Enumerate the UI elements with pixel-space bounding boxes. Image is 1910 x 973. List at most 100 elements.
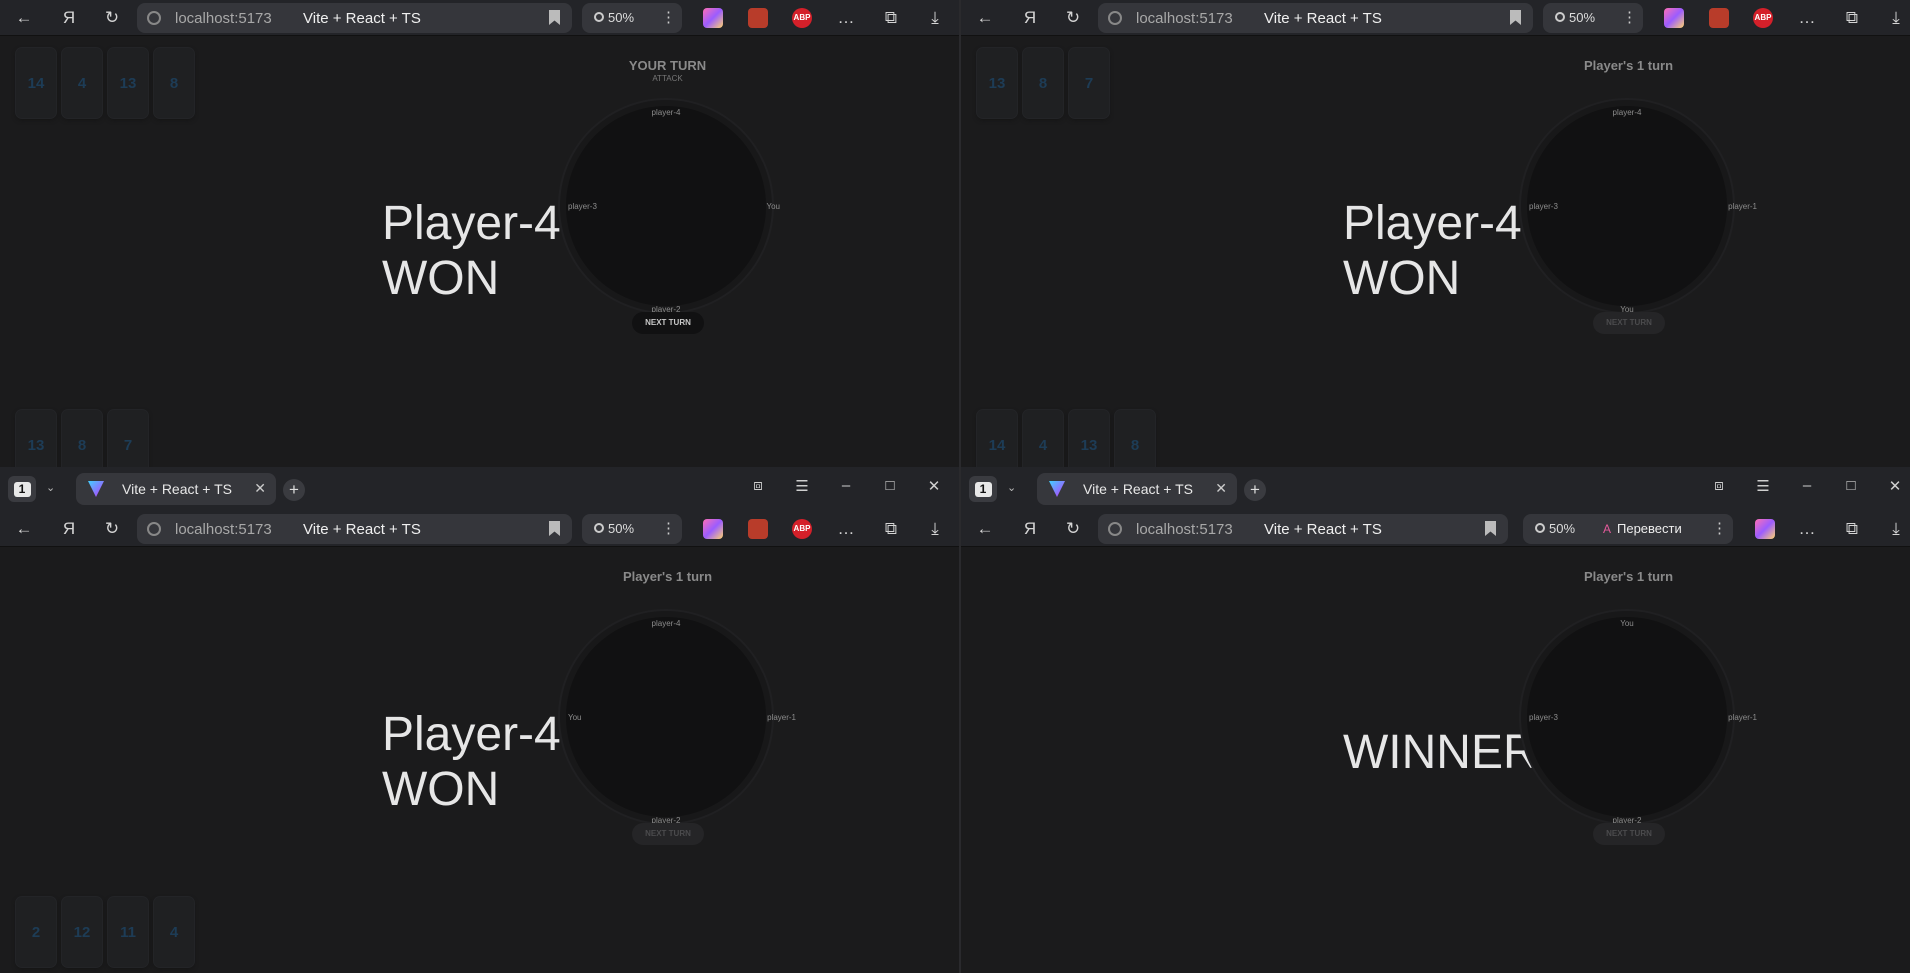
more-extensions-icon[interactable]: … [833,517,859,541]
collections-icon[interactable]: ⧉ [1839,517,1865,541]
menu-icon[interactable]: ☰ [790,477,814,495]
site-info-icon[interactable] [147,11,161,25]
yandex-icon[interactable]: Я [1017,517,1043,541]
more-vertical-icon[interactable]: ⋮ [1712,514,1727,544]
translate-button[interactable]: Перевести [1617,514,1682,544]
reload-icon[interactable]: ↻ [1060,6,1086,30]
address-bar[interactable]: localhost:5173 Vite + React + TS [1098,514,1508,544]
zoom-indicator[interactable]: 50% A Перевести ⋮ [1523,514,1733,544]
card: 13 [977,48,1017,118]
game-table: player-4 player-3 player-1 You [1527,106,1757,314]
adblock-plus-icon[interactable]: ABP [792,8,812,28]
zoom-icon [594,523,604,533]
screen: ← Я ↻ localhost:5173 Vite + React + TS 5… [0,0,1910,973]
more-vertical-icon[interactable]: ⋮ [661,514,676,544]
sidebar-toggle-icon[interactable]: ⧈ [746,477,770,494]
card[interactable]: 4 [154,897,194,967]
back-icon[interactable]: ← [972,6,998,30]
next-turn-button[interactable]: NEXT TURN [632,823,704,845]
extension-gradient-icon[interactable] [1664,8,1684,28]
minimize-icon[interactable]: – [834,477,858,494]
extension-owl-icon[interactable] [1709,8,1729,28]
close-window-icon[interactable]: ✕ [1883,477,1907,495]
reload-icon[interactable]: ↻ [1060,517,1086,541]
zoom-indicator[interactable]: 50% ⋮ [582,3,682,33]
more-vertical-icon[interactable]: ⋮ [1622,3,1637,33]
collections-icon[interactable]: ⧉ [1839,6,1865,30]
maximize-icon[interactable]: □ [878,477,902,494]
yandex-icon[interactable]: Я [56,6,82,30]
sidebar-toggle-icon[interactable]: ⧈ [1707,477,1731,494]
url-page-title: Vite + React + TS [1264,10,1382,27]
reload-icon[interactable]: ↻ [99,517,125,541]
result-line-1: Player-4 [382,708,561,761]
zoom-level: 50% [608,10,635,25]
tab-strip: 1 ⌄ Vite + React + TS ✕ + ⧈ ☰ – □ ✕ [0,467,959,511]
bookmark-icon[interactable] [549,10,560,25]
yandex-icon[interactable]: Я [56,517,82,541]
result-banner: Player-4 WON [382,196,561,306]
download-icon[interactable]: ⤓ [1883,6,1909,30]
new-tab-button[interactable]: + [1244,479,1266,501]
collections-icon[interactable]: ⧉ [878,6,904,30]
minimize-icon[interactable]: – [1795,477,1819,494]
chevron-down-icon[interactable]: ⌄ [46,481,55,494]
close-tab-icon[interactable]: ✕ [254,480,266,497]
next-turn-button[interactable]: NEXT TURN [1593,823,1665,845]
next-turn-button[interactable]: NEXT TURN [1593,312,1665,334]
extension-gradient-icon[interactable] [703,8,723,28]
browser-toolbar: ← Я ↻ localhost:5173 Vite + React + TS 5… [961,511,1910,547]
close-window-icon[interactable]: ✕ [922,477,946,495]
maximize-icon[interactable]: □ [1839,477,1863,494]
card: 4 [62,48,102,118]
card[interactable]: 12 [62,897,102,967]
more-extensions-icon[interactable]: … [1794,6,1820,30]
tab-strip: 1 ⌄ Vite + React + TS ✕ + ⧈ ☰ – □ ✕ [961,467,1910,511]
download-icon[interactable]: ⤓ [922,6,948,30]
result-banner: Player-4 WON [382,707,561,817]
menu-icon[interactable]: ☰ [1751,477,1775,495]
extension-gradient-icon[interactable] [703,519,723,539]
bookmark-icon[interactable] [1485,521,1496,536]
tab-counter[interactable]: 1 [8,476,36,502]
tab-counter[interactable]: 1 [969,476,997,502]
zoom-level: 50% [1549,521,1576,536]
new-tab-button[interactable]: + [283,479,305,501]
adblock-plus-icon[interactable]: ABP [1753,8,1773,28]
back-icon[interactable]: ← [11,6,37,30]
yandex-icon[interactable]: Я [1017,6,1043,30]
site-info-icon[interactable] [1108,522,1122,536]
site-info-icon[interactable] [147,522,161,536]
reload-icon[interactable]: ↻ [99,6,125,30]
bookmark-icon[interactable] [1510,10,1521,25]
tab-active[interactable]: Vite + React + TS ✕ [76,473,276,505]
extension-owl-icon[interactable] [748,519,768,539]
card[interactable]: 11 [108,897,148,967]
site-info-icon[interactable] [1108,11,1122,25]
extension-gradient-icon[interactable] [1755,519,1775,539]
address-bar[interactable]: localhost:5173 Vite + React + TS [1098,3,1533,33]
address-bar[interactable]: localhost:5173 Vite + React + TS [137,514,572,544]
download-icon[interactable]: ⤓ [1883,517,1909,541]
more-vertical-icon[interactable]: ⋮ [661,3,676,33]
more-extensions-icon[interactable]: … [833,6,859,30]
tab-active[interactable]: Vite + React + TS ✕ [1037,473,1237,505]
address-bar[interactable]: localhost:5173 Vite + React + TS [137,3,572,33]
card[interactable]: 2 [16,897,56,967]
back-icon[interactable]: ← [11,517,37,541]
zoom-indicator[interactable]: 50% ⋮ [582,514,682,544]
back-icon[interactable]: ← [972,517,998,541]
seat-north: You [1620,619,1634,628]
download-icon[interactable]: ⤓ [922,517,948,541]
turn-indicator: Player's 1 turn [1583,569,1674,584]
adblock-plus-icon[interactable]: ABP [792,519,812,539]
url-host: localhost:5173 [1136,10,1233,27]
zoom-indicator[interactable]: 50% ⋮ [1543,3,1643,33]
bookmark-icon[interactable] [549,521,560,536]
next-turn-button[interactable]: NEXT TURN [632,312,704,334]
extension-owl-icon[interactable] [748,8,768,28]
close-tab-icon[interactable]: ✕ [1215,480,1227,497]
chevron-down-icon[interactable]: ⌄ [1007,481,1016,494]
collections-icon[interactable]: ⧉ [878,517,904,541]
more-extensions-icon[interactable]: … [1794,517,1820,541]
